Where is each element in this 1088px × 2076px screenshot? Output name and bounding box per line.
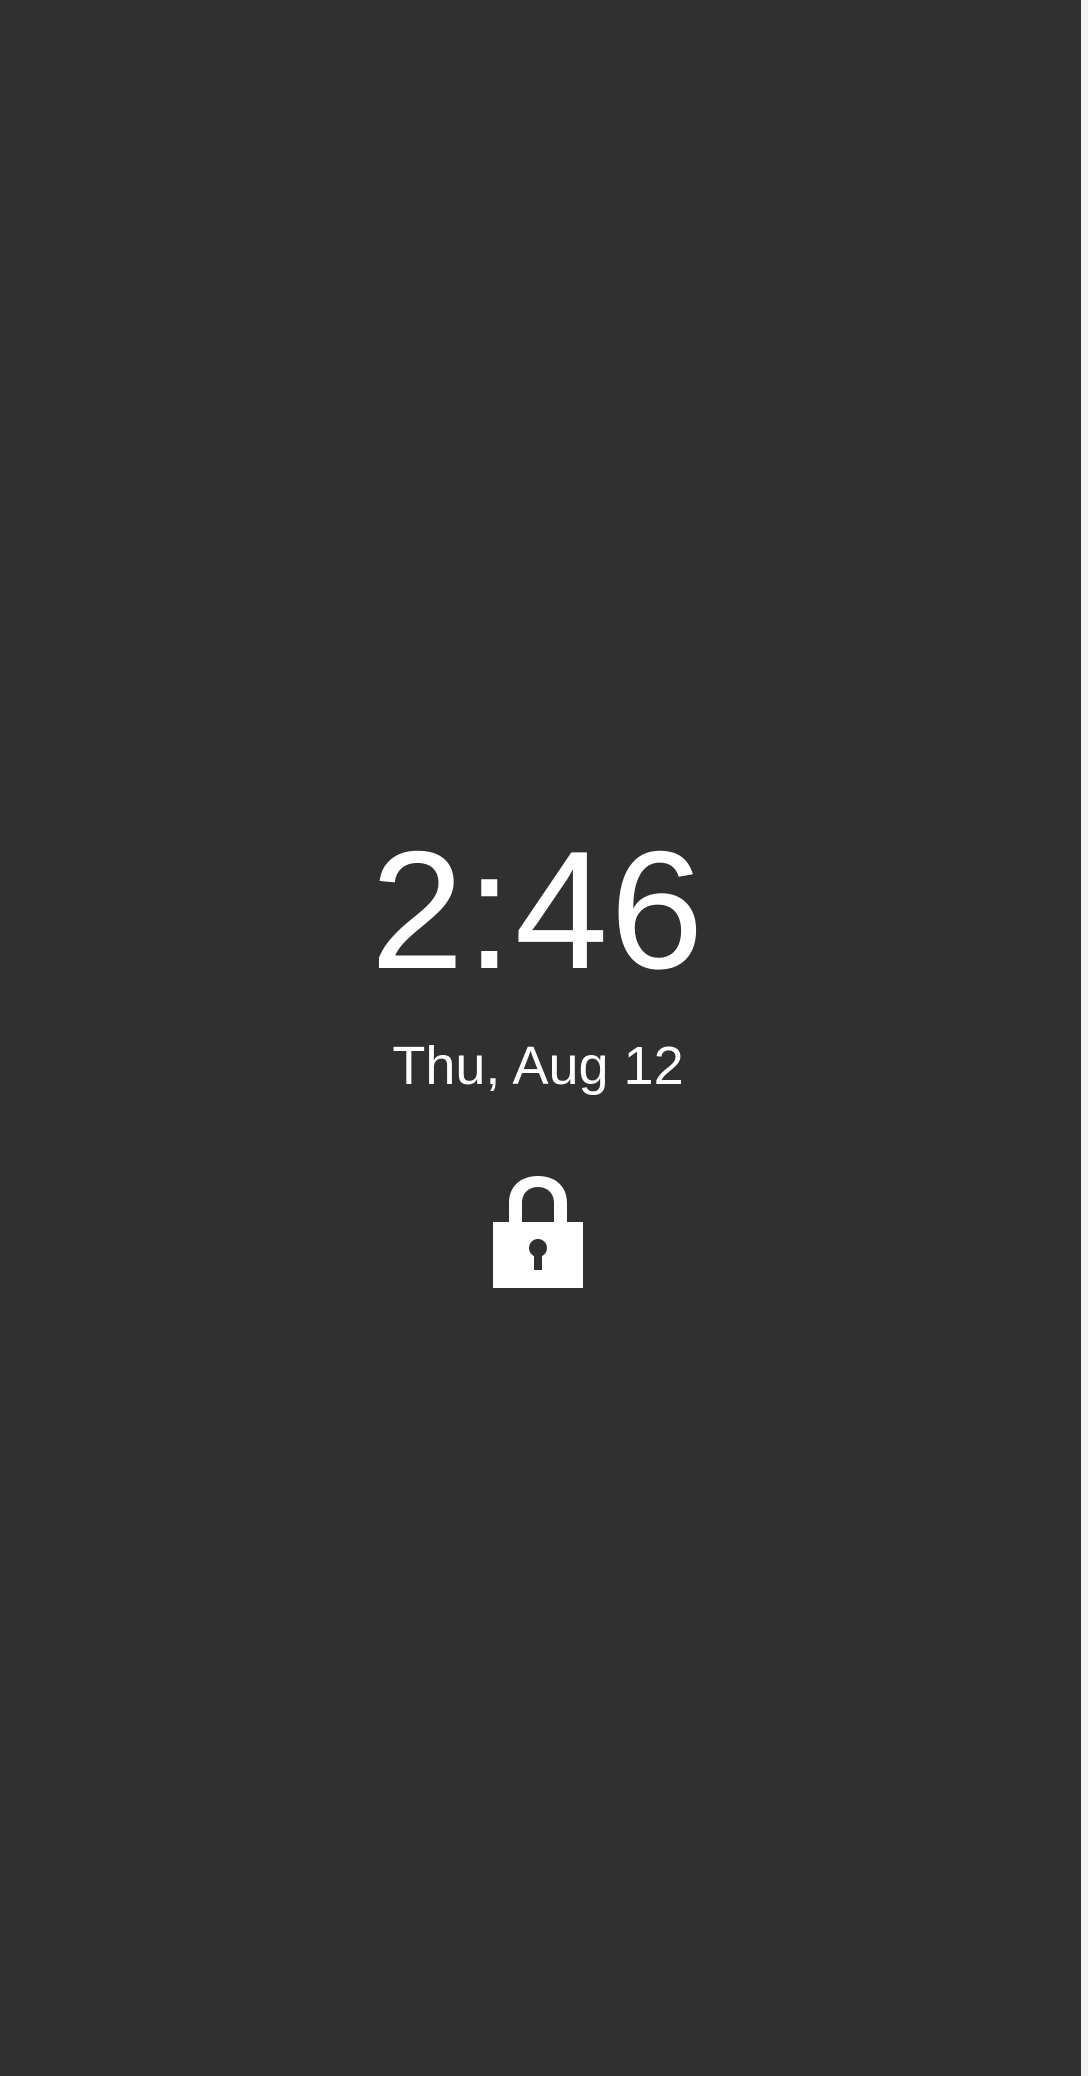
screen-edge: [1081, 0, 1088, 2076]
clock-date: Thu, Aug 12: [392, 1036, 684, 1096]
clock-time: 2:46: [370, 816, 706, 1004]
lock-icon[interactable]: [493, 1172, 583, 1288]
lock-screen: 2:46 Thu, Aug 12: [0, 0, 1081, 2076]
